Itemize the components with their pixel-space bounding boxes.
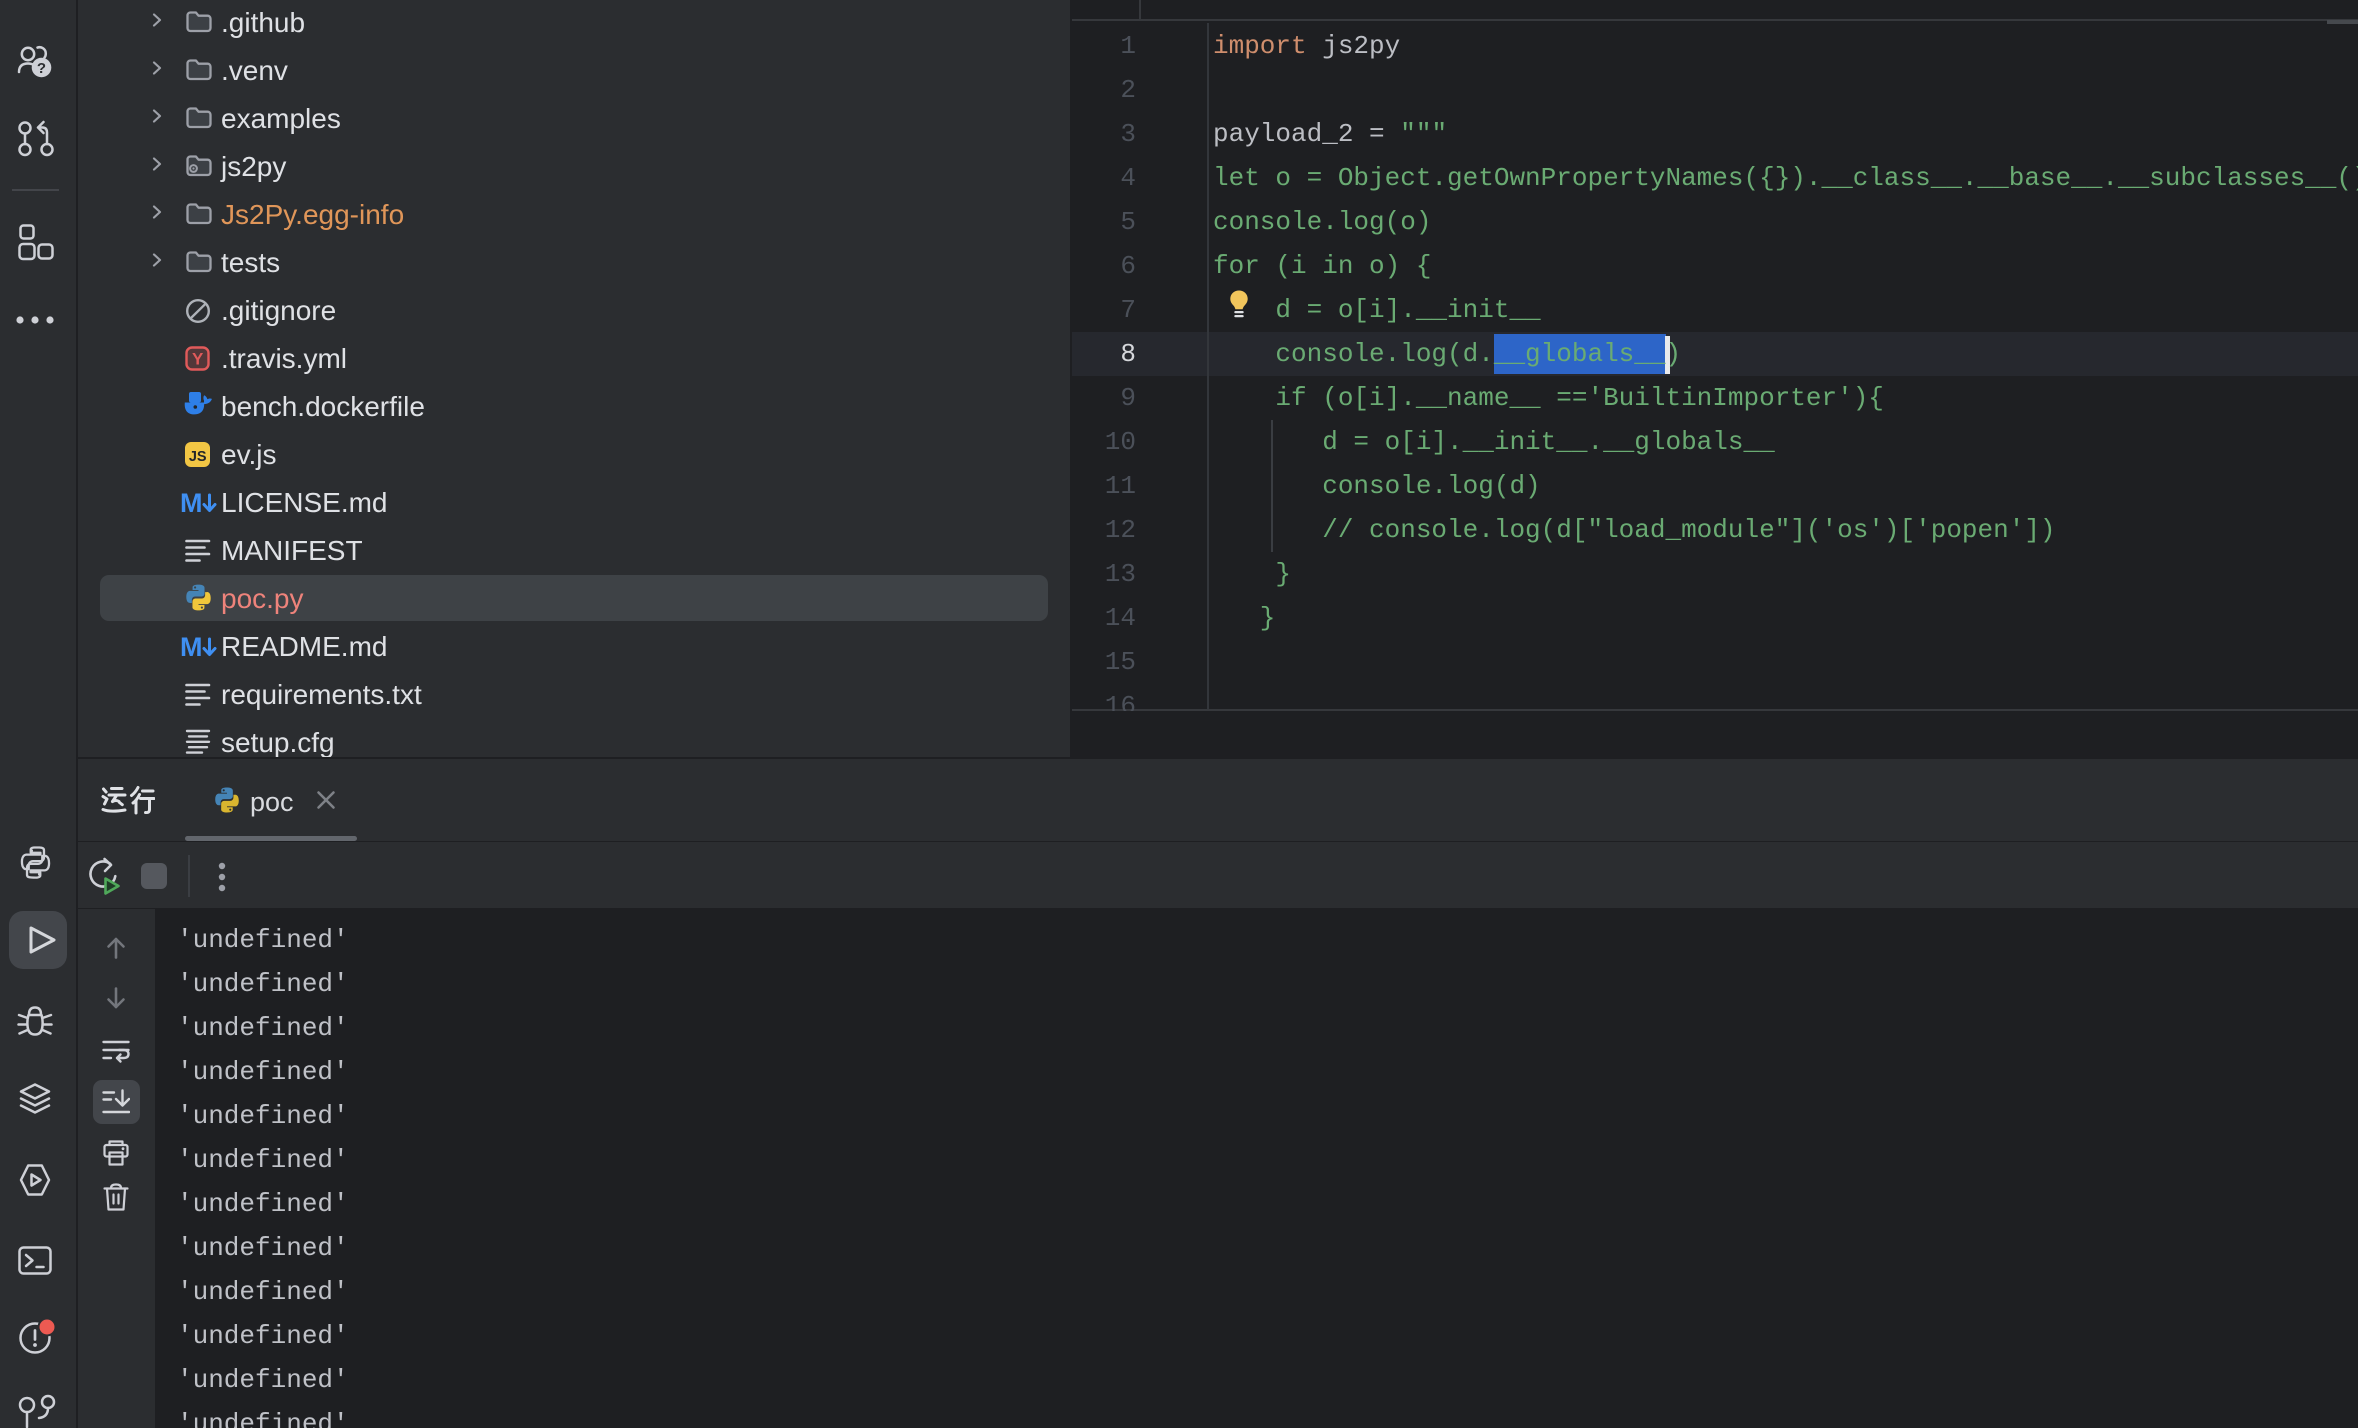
svg-text:M: M (181, 488, 203, 518)
svg-text:JS: JS (189, 449, 207, 465)
svg-text:M: M (181, 632, 203, 662)
svg-text:?: ? (37, 60, 46, 77)
svg-text:Y: Y (192, 350, 204, 369)
